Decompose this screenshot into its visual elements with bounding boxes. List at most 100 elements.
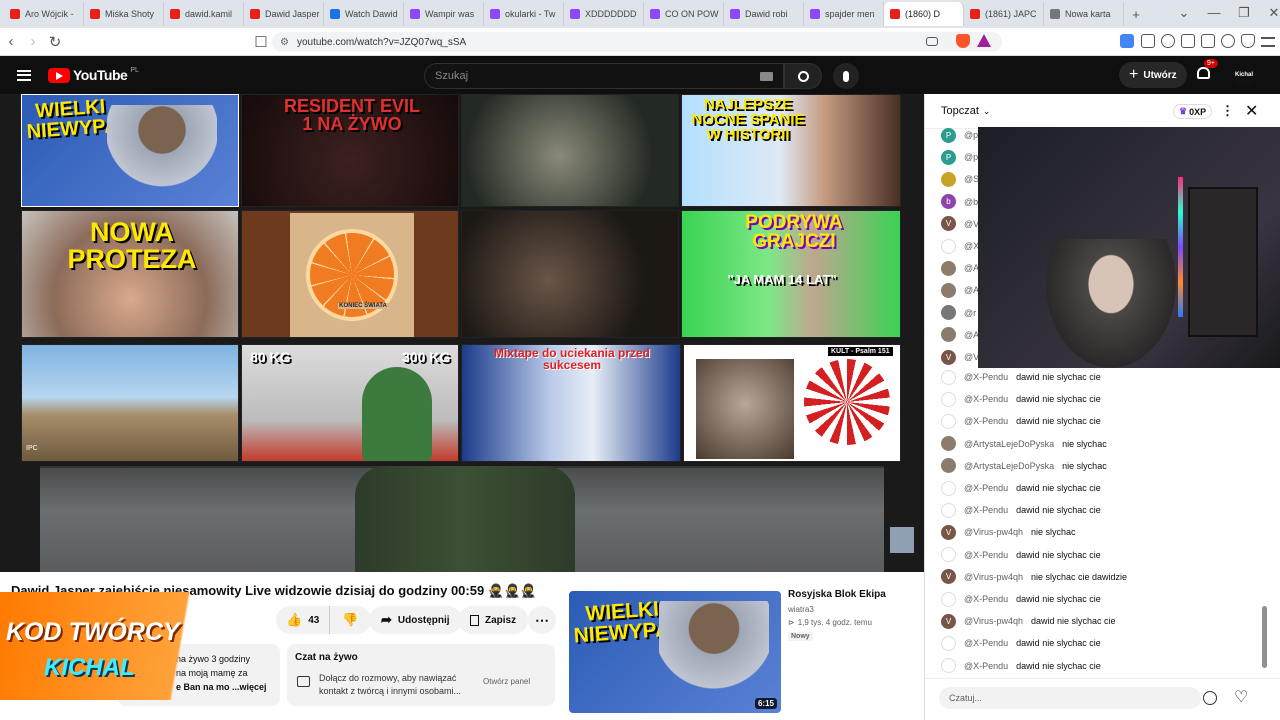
chat-avatar[interactable]: P bbox=[941, 149, 956, 165]
account-avatar[interactable]: Kichal bbox=[1232, 63, 1256, 87]
chat-author[interactable]: @X-Pendu bbox=[964, 394, 1008, 404]
extensions-icon[interactable] bbox=[1141, 34, 1155, 48]
chat-message[interactable]: V @Virus-pw4qh nie slychac bbox=[941, 524, 1076, 540]
chat-author[interactable]: @X-Pendu bbox=[964, 638, 1008, 648]
browser-tab[interactable]: Watch Dawid bbox=[324, 2, 404, 26]
chat-message[interactable]: @X-Pendu dawid nie slychac cie bbox=[941, 413, 1101, 429]
emoji-icon[interactable] bbox=[1203, 691, 1217, 705]
chat-author[interactable]: @p bbox=[964, 130, 978, 140]
chat-avatar[interactable] bbox=[941, 238, 956, 254]
chat-message[interactable]: @X-Pendu dawid nie slychac cie bbox=[941, 658, 1101, 674]
chat-author[interactable]: @A bbox=[964, 330, 979, 340]
chat-avatar[interactable] bbox=[941, 658, 956, 674]
chat-message[interactable]: V @Virus-pw4qh nie slychac cie dawidzie bbox=[941, 569, 1127, 585]
chat-message[interactable]: @S bbox=[941, 171, 979, 187]
rewards-icon[interactable] bbox=[977, 34, 991, 47]
points-badge[interactable]: ♛ 0XP bbox=[1173, 104, 1213, 119]
recommended-thumbnail[interactable]: WIELKI NIEWYPAŁ 6:15 bbox=[567, 589, 783, 715]
chat-message[interactable]: P @p bbox=[941, 127, 978, 143]
chat-message[interactable]: V @V bbox=[941, 216, 979, 232]
recommended-channel[interactable]: wiatra3 bbox=[788, 605, 814, 614]
browser-tab[interactable]: okularki - Tw bbox=[484, 2, 564, 26]
search-box[interactable]: Szukaj bbox=[424, 63, 784, 89]
browser-tab[interactable]: spajder men bbox=[804, 2, 884, 26]
chat-author[interactable]: @A bbox=[964, 285, 979, 295]
bookmark-icon[interactable]: ☐ bbox=[250, 33, 272, 51]
chat-author[interactable]: @X-Pendu bbox=[964, 550, 1008, 560]
chat-message[interactable]: @A bbox=[941, 260, 979, 276]
chat-avatar[interactable]: P bbox=[941, 127, 956, 143]
share-button[interactable]: ➦ Udostępnij bbox=[369, 606, 462, 634]
brave-shield-icon[interactable] bbox=[956, 34, 970, 48]
chat-avatar[interactable] bbox=[941, 458, 956, 474]
chat-message[interactable]: @A bbox=[941, 282, 979, 298]
wallet-icon[interactable] bbox=[1201, 34, 1215, 48]
browser-tab[interactable]: dawid.kamil bbox=[164, 2, 244, 26]
dislike-button[interactable]: 👎 bbox=[330, 612, 370, 628]
chat-message[interactable]: @X-Pendu dawid nie slychac cie bbox=[941, 502, 1101, 518]
hamburger-menu-icon[interactable] bbox=[17, 69, 31, 81]
chat-avatar[interactable] bbox=[941, 591, 956, 607]
chat-message[interactable]: @X-Pendu dawid nie slychac cie bbox=[941, 547, 1101, 563]
chat-input[interactable]: Czatuj... bbox=[939, 687, 1201, 709]
chat-message[interactable]: P @p bbox=[941, 149, 978, 165]
chat-scrollbar[interactable] bbox=[1262, 606, 1267, 668]
chat-avatar[interactable] bbox=[941, 171, 956, 187]
chat-message[interactable]: @X-Pendu dawid nie slychac cie bbox=[941, 591, 1101, 607]
browser-tab[interactable]: Wampir was bbox=[404, 2, 484, 26]
browser-tab[interactable]: (1861) JAPC bbox=[964, 2, 1044, 26]
chat-message[interactable]: V @Virus-pw4qh dawid nie slychac cie bbox=[941, 613, 1116, 629]
chat-message[interactable]: @X-Pendu dawid nie slychac cie bbox=[941, 480, 1101, 496]
chevron-down-icon[interactable]: ⌄ bbox=[1172, 5, 1196, 21]
video-player[interactable]: WIELKI NIEWYPAŁ RESIDENT EVIL 1 NA ŻYWO … bbox=[0, 94, 924, 572]
more-actions-button[interactable]: ⋯ bbox=[528, 606, 556, 634]
save-button[interactable]: Zapisz bbox=[458, 606, 529, 634]
chat-avatar[interactable] bbox=[941, 391, 956, 407]
leo-icon[interactable] bbox=[1221, 34, 1235, 48]
keyboard-icon[interactable] bbox=[760, 72, 773, 81]
chat-avatar[interactable] bbox=[941, 413, 956, 429]
url-field[interactable]: ⚙ youtube.com/watch?v=JZQ07wq_sSA bbox=[272, 32, 1002, 52]
site-info-icon[interactable]: ⚙ bbox=[280, 37, 289, 48]
chat-avatar[interactable]: V bbox=[941, 216, 956, 232]
create-button[interactable]: + Utwórz bbox=[1119, 62, 1187, 88]
chat-message[interactable]: @X-Pendu dawid nie slychac cie bbox=[941, 635, 1101, 651]
chat-author[interactable]: @ArtystaLejeDoPyska bbox=[964, 439, 1054, 449]
browser-tab[interactable]: XDDDDDDD bbox=[564, 2, 644, 26]
chat-author[interactable]: @X-Pendu bbox=[964, 661, 1008, 671]
search-button[interactable] bbox=[784, 63, 822, 89]
chat-author[interactable]: @X-Pendu bbox=[964, 594, 1008, 604]
minimize-icon[interactable]: — bbox=[1202, 5, 1226, 21]
chat-message[interactable]: V @V bbox=[941, 349, 979, 365]
chat-avatar[interactable] bbox=[941, 305, 956, 321]
vpn-icon[interactable] bbox=[1241, 34, 1255, 48]
chat-author[interactable]: @S bbox=[964, 174, 979, 184]
open-chat-button[interactable]: Otwórz panel bbox=[483, 677, 530, 686]
chat-avatar[interactable]: b bbox=[941, 194, 956, 210]
chat-message[interactable]: @X-Pendu dawid nie slychac cie bbox=[941, 391, 1101, 407]
new-tab-icon[interactable]: + bbox=[1124, 7, 1148, 22]
chat-message[interactable]: @X-Pendu dawid nie slychac cie bbox=[941, 369, 1101, 385]
chat-author[interactable]: @X bbox=[964, 241, 979, 251]
browser-tab[interactable]: Miśka Shoty bbox=[84, 2, 164, 26]
reload-icon[interactable]: ↻ bbox=[44, 33, 66, 51]
menu-icon[interactable] bbox=[1261, 37, 1275, 47]
forward-icon[interactable]: › bbox=[22, 33, 44, 50]
sidebar-icon[interactable] bbox=[1181, 34, 1195, 48]
chat-author[interactable]: @Virus-pw4qh bbox=[964, 527, 1023, 537]
youtube-logo[interactable]: YouTube PL bbox=[48, 67, 139, 83]
chat-author[interactable]: @X-Pendu bbox=[964, 505, 1008, 515]
notifications-button[interactable]: 9+ bbox=[1196, 59, 1218, 81]
chat-author[interactable]: @X-Pendu bbox=[964, 483, 1008, 493]
chat-avatar[interactable] bbox=[941, 635, 956, 651]
chat-author[interactable]: @r bbox=[964, 308, 976, 318]
chat-author[interactable]: @ArtystaLejeDoPyska bbox=[964, 461, 1054, 471]
chat-message[interactable]: @r bbox=[941, 305, 976, 321]
chat-author[interactable]: @b bbox=[964, 197, 978, 207]
close-chat-icon[interactable]: ✕ bbox=[1245, 101, 1258, 121]
chat-avatar[interactable] bbox=[941, 260, 956, 276]
browser-tab[interactable]: CO ON POW bbox=[644, 2, 724, 26]
chat-message[interactable]: @A bbox=[941, 327, 979, 343]
search-input[interactable]: Szukaj bbox=[435, 70, 468, 82]
chat-author[interactable]: @V bbox=[964, 352, 979, 362]
